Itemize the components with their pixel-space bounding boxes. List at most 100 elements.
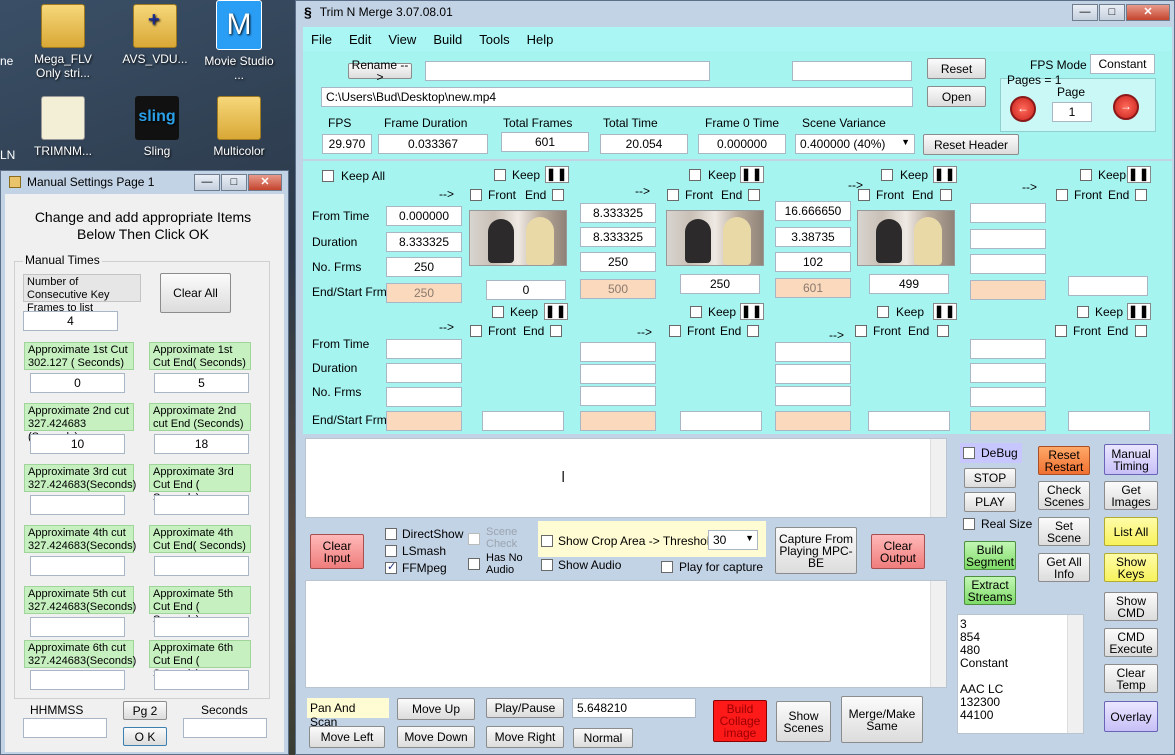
desktop-icon-sling[interactable]: sling Sling xyxy=(118,96,196,158)
scrollbar[interactable] xyxy=(930,581,946,687)
info-listbox[interactable]: 3 854 480 Constant AAC LC 132300 44100 xyxy=(957,614,1084,734)
end-checkbox[interactable] xyxy=(937,325,949,337)
maximize-button[interactable]: □ xyxy=(221,173,247,191)
get-images-button[interactable]: Get Images xyxy=(1104,481,1158,510)
fps-input[interactable]: 29.970 xyxy=(322,134,372,154)
segment-1-duration-input[interactable]: 8.333325 xyxy=(386,232,462,252)
move-right-button[interactable]: Move Right xyxy=(486,726,564,748)
reset-restart-button[interactable]: Reset Restart xyxy=(1038,446,1090,475)
maximize-button[interactable]: □ xyxy=(1099,3,1125,21)
list-item[interactable]: Constant xyxy=(960,657,1081,670)
merge-make-same-button[interactable]: Merge/Make Same xyxy=(841,696,923,743)
show-keys-button[interactable]: Show Keys xyxy=(1104,553,1158,582)
set-scene-button[interactable]: Set Scene xyxy=(1038,517,1090,546)
segment-3-frames-input[interactable]: 102 xyxy=(775,252,851,272)
fps-mode-input[interactable]: Constant xyxy=(1090,54,1155,74)
pause-icon[interactable]: ❚❚ xyxy=(740,166,764,183)
show-cmd-button[interactable]: Show CMD xyxy=(1104,592,1158,621)
manual-timing-button[interactable]: Manual Timing xyxy=(1104,444,1158,475)
play-for-capture-checkbox[interactable] xyxy=(661,561,673,573)
minimize-button[interactable]: — xyxy=(194,173,220,191)
segment-4-duration-input[interactable] xyxy=(970,229,1046,249)
has-no-audio-checkbox[interactable] xyxy=(468,558,480,570)
segment-1-end-frame-input[interactable]: 250 xyxy=(386,283,462,303)
keep-checkbox[interactable] xyxy=(494,169,506,181)
build-segment-button[interactable]: Build Segment xyxy=(964,541,1016,570)
close-button[interactable]: ✕ xyxy=(248,173,282,191)
segment-8-from-input[interactable] xyxy=(970,339,1046,359)
cut-2-start-input[interactable]: 10 xyxy=(30,434,125,454)
menu-edit[interactable]: Edit xyxy=(349,32,371,47)
keep-checkbox[interactable] xyxy=(492,306,504,318)
scrollbar[interactable] xyxy=(1067,615,1083,733)
minimize-button[interactable]: — xyxy=(1072,3,1098,21)
segment-3-from-input[interactable]: 16.666650 xyxy=(775,201,851,221)
end-checkbox[interactable] xyxy=(1135,325,1147,337)
pause-icon[interactable]: ❚❚ xyxy=(1127,303,1151,320)
prev-page-icon[interactable]: ← xyxy=(1010,96,1036,122)
menu-help[interactable]: Help xyxy=(527,32,554,47)
front-checkbox[interactable] xyxy=(855,325,867,337)
show-scenes-button[interactable]: Show Scenes xyxy=(776,701,831,742)
segment-5-end-frame-input[interactable] xyxy=(386,411,462,431)
segment-5-from-input[interactable] xyxy=(386,339,462,359)
reset-header-button[interactable]: Reset Header xyxy=(923,134,1019,155)
menu-tools[interactable]: Tools xyxy=(479,32,509,47)
cut-3-end-input[interactable] xyxy=(154,495,249,515)
segment-6-end-frame-input[interactable] xyxy=(580,411,656,431)
ffmpeg-checkbox[interactable] xyxy=(385,560,397,574)
segment-3-thumbnail[interactable] xyxy=(857,210,955,266)
segment-7-frames-input[interactable] xyxy=(775,386,851,406)
pause-icon[interactable]: ❚❚ xyxy=(933,166,957,183)
normal-button[interactable]: Normal xyxy=(573,728,633,748)
hhmmss-input[interactable] xyxy=(23,718,107,738)
segment-1-frames-input[interactable]: 250 xyxy=(386,257,462,277)
segment-8-duration-input[interactable] xyxy=(970,363,1046,383)
segment-5-frames-input[interactable] xyxy=(386,387,462,407)
get-all-info-button[interactable]: Get All Info xyxy=(1038,553,1090,582)
clear-output-button[interactable]: Clear Output xyxy=(871,534,925,569)
segment-4-frames-input[interactable] xyxy=(970,254,1046,274)
show-audio-checkbox[interactable] xyxy=(541,559,553,571)
cut-1-end-input[interactable]: 5 xyxy=(154,373,249,393)
segment-1-from-input[interactable]: 0.000000 xyxy=(386,206,462,226)
segment-7-from-input[interactable] xyxy=(775,342,851,362)
end-checkbox[interactable] xyxy=(747,325,759,337)
cut-5-start-input[interactable] xyxy=(30,617,125,637)
desktop-icon-movie-studio[interactable]: M Movie Studio ... xyxy=(200,0,278,82)
frame-duration-input[interactable]: 0.033367 xyxy=(378,134,488,154)
capture-from-mpc-button[interactable]: Capture From Playing MPC-BE xyxy=(775,527,857,574)
real-size-checkbox[interactable] xyxy=(963,518,975,530)
segment-7-end-frame-input[interactable] xyxy=(775,411,851,431)
desktop-icon-mega-flv[interactable]: Mega_FLV Only stri... xyxy=(24,4,102,80)
menu-file[interactable]: File xyxy=(311,32,332,47)
extract-streams-button[interactable]: Extract Streams xyxy=(964,576,1016,605)
show-crop-checkbox[interactable] xyxy=(541,535,553,547)
end-checkbox[interactable] xyxy=(748,189,760,201)
reset-button[interactable]: Reset xyxy=(927,58,986,79)
rename-input[interactable] xyxy=(425,61,710,81)
stop-button[interactable]: STOP xyxy=(964,468,1016,488)
pause-icon[interactable]: ❚❚ xyxy=(933,303,957,320)
play-pause-button[interactable]: Play/Pause xyxy=(486,698,564,718)
cmd-execute-button[interactable]: CMD Execute xyxy=(1104,628,1158,657)
segment-5-duration-input[interactable] xyxy=(386,363,462,383)
front-checkbox[interactable] xyxy=(669,325,681,337)
front-checkbox[interactable] xyxy=(470,189,482,201)
seconds-input[interactable] xyxy=(183,718,267,738)
list-all-button[interactable]: List All xyxy=(1104,517,1158,546)
desktop-icon-trimnmerge[interactable]: TRIMNM... xyxy=(24,96,102,158)
build-collage-image-button[interactable]: Build Collage image xyxy=(713,700,767,742)
page-2-button[interactable]: Pg 2 xyxy=(123,701,167,720)
segment-6-start-frame-input[interactable] xyxy=(482,411,564,431)
segment-4-from-input[interactable] xyxy=(970,203,1046,223)
keep-checkbox[interactable] xyxy=(1080,169,1092,181)
end-checkbox[interactable] xyxy=(552,189,564,201)
segment-8-end-frame-input[interactable] xyxy=(970,411,1046,431)
front-checkbox[interactable] xyxy=(858,189,870,201)
menu-view[interactable]: View xyxy=(388,32,416,47)
cut-4-start-input[interactable] xyxy=(30,556,125,576)
output-log-textarea[interactable] xyxy=(305,580,947,688)
consecutive-keyframes-input[interactable]: 4 xyxy=(23,311,118,331)
segment-6-duration-input[interactable] xyxy=(580,364,656,384)
